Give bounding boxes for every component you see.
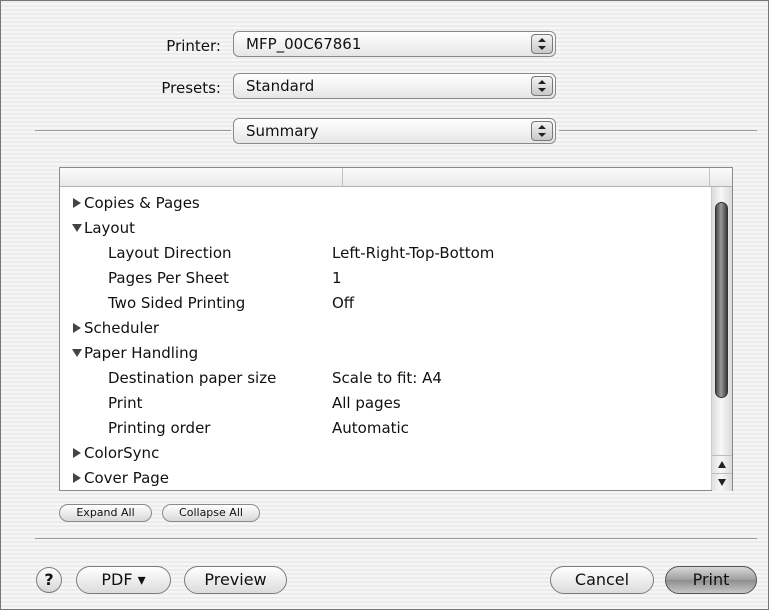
list-item-print: Print All pages [60,391,712,416]
triangle-down-icon[interactable] [71,222,83,234]
triangle-right-icon[interactable] [71,447,83,459]
expand-all-button[interactable]: Expand All [59,504,152,522]
print-dialog: Printer: MFP_00C67861 Presets: Standard … [0,0,769,610]
up-down-arrows-icon [531,121,553,141]
collapse-all-button[interactable]: Collapse All [162,504,260,522]
triangle-down-icon[interactable] [71,347,83,359]
separator-right [559,130,757,131]
preview-button[interactable]: Preview [184,566,287,594]
list-item-cover-page[interactable]: Cover Page [60,466,712,490]
row-value: Scale to fit: A4 [332,369,442,387]
row-label: Layout [84,219,135,237]
help-button[interactable]: ? [36,567,62,593]
separator-left [35,130,231,131]
row-label: Copies & Pages [84,194,200,212]
scroll-down-button[interactable] [712,473,732,491]
triangle-right-icon[interactable] [71,472,83,484]
list-item-printing-order: Printing order Automatic [60,416,712,441]
presets-popup[interactable]: Standard [233,73,556,99]
row-label: Two Sided Printing [108,294,246,312]
panel-popup[interactable]: Summary [233,118,556,144]
row-value: All pages [332,394,401,412]
row-label: Paper Handling [84,344,199,362]
list-item-layout-direction: Layout Direction Left-Right-Top-Bottom [60,241,712,266]
bottom-separator [35,538,757,539]
list-item-copies-pages[interactable]: Copies & Pages [60,191,712,216]
pdf-menu-button[interactable]: PDF ▾ [76,566,171,594]
list-item-scheduler[interactable]: Scheduler [60,316,712,341]
row-value: Left-Right-Top-Bottom [332,244,495,262]
vertical-scrollbar[interactable] [711,187,732,491]
up-down-arrows-icon [531,76,553,96]
presets-value: Standard [246,77,315,95]
column-header-setting[interactable] [60,168,343,186]
scrollbar-thumb[interactable] [715,202,728,398]
cancel-button[interactable]: Cancel [550,566,654,594]
presets-label: Presets: [161,79,221,97]
printer-label: Printer: [166,37,221,55]
list-item-paper-handling[interactable]: Paper Handling [60,341,712,366]
list-item-destination-paper-size: Destination paper size Scale to fit: A4 [60,366,712,391]
list-item-colorsync[interactable]: ColorSync [60,441,712,466]
arrow-up-icon [718,461,726,468]
row-value: Off [332,294,355,312]
triangle-right-icon[interactable] [71,322,83,334]
row-value: 1 [332,269,342,287]
column-header-value[interactable] [343,168,710,186]
table-header [60,168,732,187]
list-item-two-sided-printing: Two Sided Printing Off [60,291,712,316]
printer-popup[interactable]: MFP_00C67861 [233,31,556,57]
list-item-layout[interactable]: Layout [60,216,712,241]
row-label: ColorSync [84,444,160,462]
row-label: Print [108,394,143,412]
printer-value: MFP_00C67861 [246,35,362,53]
summary-outline[interactable]: Copies & Pages Layout Layout Direction L… [59,167,733,491]
row-label: Pages Per Sheet [108,269,229,287]
triangle-right-icon[interactable] [71,197,83,209]
row-label: Layout Direction [108,244,232,262]
scroll-up-button[interactable] [712,455,732,473]
arrow-down-icon [718,479,726,486]
row-label: Cover Page [84,469,170,487]
row-label: Destination paper size [108,369,277,387]
row-label: Scheduler [84,319,160,337]
list-item-pages-per-sheet: Pages Per Sheet 1 [60,266,712,291]
row-value: Automatic [332,419,409,437]
up-down-arrows-icon [531,34,553,54]
panel-value: Summary [246,122,319,140]
row-label: Printing order [108,419,211,437]
print-button[interactable]: Print [665,566,757,594]
